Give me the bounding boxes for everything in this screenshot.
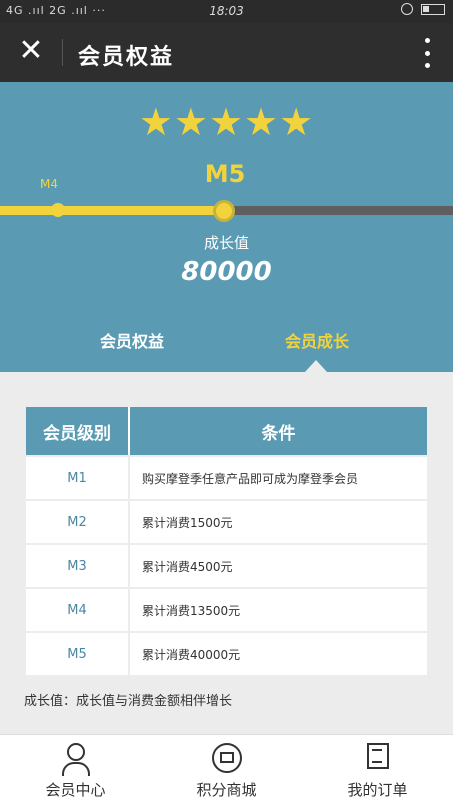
- nav-label: 积分商城: [196, 781, 257, 799]
- page-title: 会员权益: [78, 45, 175, 70]
- current-level: M5: [204, 160, 246, 188]
- tab-member-benefits[interactable]: 会员权益: [100, 328, 164, 352]
- nav-divider: [62, 39, 63, 66]
- close-icon: ✕: [18, 33, 44, 68]
- table-row: M3 累计消费4500元: [26, 545, 427, 587]
- growth-value: 80000: [181, 257, 272, 287]
- active-tab-indicator: [305, 360, 327, 372]
- level-cell: M5: [26, 633, 130, 675]
- condition-cell: 累计消费40000元: [142, 647, 241, 662]
- growth-label: 成长值: [203, 234, 249, 252]
- bottom-nav: 会员中心 积分商城 我的订单: [0, 734, 453, 807]
- table-row: M1 购买摩登季任意产品即可成为摩登季会员: [26, 457, 427, 499]
- nav-label: 我的订单: [347, 781, 408, 799]
- status-bar: 4G .ııl 2G .ııl ··· 18:03: [0, 0, 453, 23]
- nav-label: 会员中心: [45, 781, 106, 799]
- nav-points-mall[interactable]: 积分商城: [151, 735, 302, 807]
- table-row: M5 累计消费40000元: [26, 633, 427, 675]
- nav-my-orders[interactable]: 我的订单: [302, 735, 453, 807]
- alarm-icon: [401, 3, 413, 15]
- battery-icon: [421, 3, 445, 15]
- nav-member-center[interactable]: 会员中心: [0, 735, 151, 807]
- previous-level: M4: [40, 177, 58, 191]
- current-level-marker: [213, 200, 235, 222]
- level-progress-fill: [0, 206, 222, 215]
- member-hero: ★★★★★ M5 M4 成长值 80000 会员权益 会员成长: [0, 82, 453, 372]
- level-cell: M3: [26, 545, 130, 587]
- level-cell: M4: [26, 589, 130, 631]
- order-icon: [366, 743, 389, 769]
- more-menu-button[interactable]: [423, 38, 431, 68]
- column-header-level: 会员级别: [26, 407, 130, 455]
- level-table: 会员级别 条件 M1 购买摩登季任意产品即可成为摩登季会员 M2 累计消费150…: [26, 407, 427, 675]
- tab-member-growth[interactable]: 会员成长: [285, 328, 349, 352]
- top-nav-bar: ✕ 会员权益: [0, 23, 453, 82]
- table-header: 会员级别 条件: [26, 407, 427, 455]
- column-header-condition: 条件: [261, 423, 296, 444]
- status-time: 18:03: [209, 4, 244, 18]
- condition-cell: 累计消费4500元: [142, 559, 233, 574]
- close-button[interactable]: ✕: [16, 36, 46, 67]
- shop-icon: [211, 743, 242, 773]
- table-row: M4 累计消费13500元: [26, 589, 427, 631]
- star-rating-icon: ★★★★★: [138, 100, 315, 144]
- status-icons: [401, 3, 445, 15]
- table-row: M2 累计消费1500元: [26, 501, 427, 543]
- condition-cell: 累计消费13500元: [142, 603, 241, 618]
- person-icon: [61, 743, 90, 776]
- level-cell: M2: [26, 501, 130, 543]
- more-dot-icon: [424, 38, 430, 43]
- level-cell: M1: [26, 457, 130, 499]
- condition-cell: 累计消费1500元: [142, 515, 233, 530]
- more-dot-icon: [424, 63, 430, 68]
- growth-note: 成长值：成长值与消费金额相伴增长: [24, 694, 233, 709]
- more-dot-icon: [424, 50, 430, 56]
- previous-level-marker: [51, 203, 65, 217]
- condition-cell: 购买摩登季任意产品即可成为摩登季会员: [142, 471, 359, 486]
